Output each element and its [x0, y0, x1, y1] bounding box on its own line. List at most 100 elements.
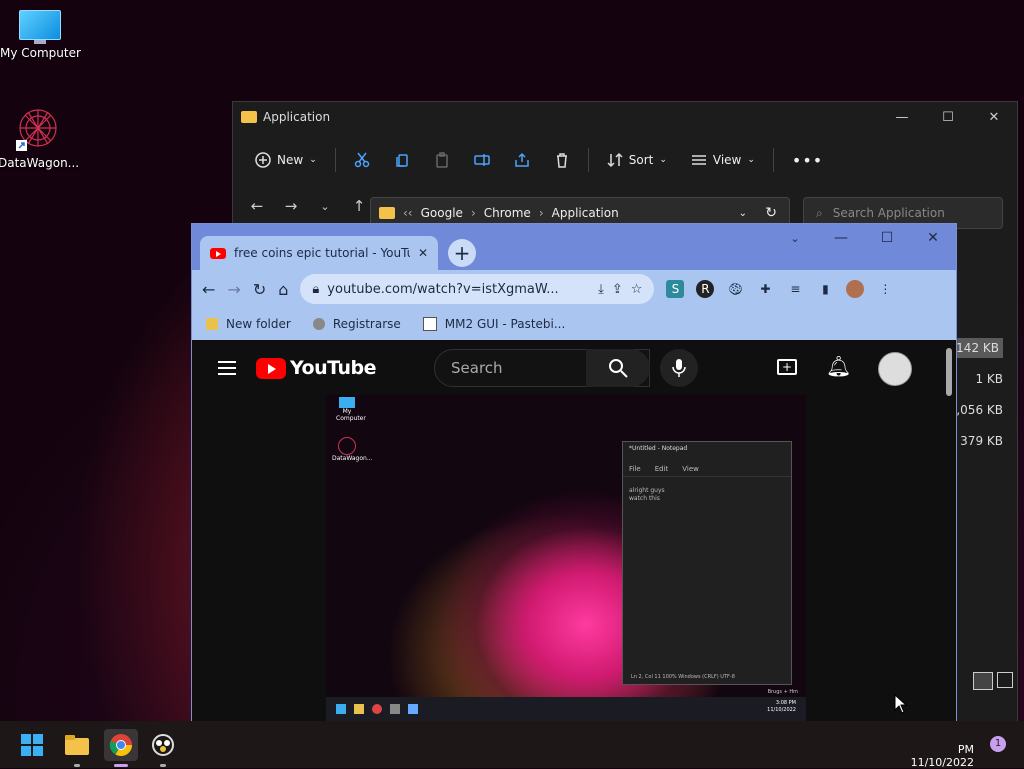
minimize-button[interactable]: —	[818, 224, 864, 252]
account-avatar[interactable]	[878, 352, 912, 386]
copy-button[interactable]	[384, 146, 420, 174]
close-tab-icon[interactable]: ✕	[418, 246, 428, 260]
bookmarks-bar: New folder Registrarse MM2 GUI - Pastebi…	[192, 308, 956, 340]
close-button[interactable]: ✕	[971, 102, 1017, 132]
clock-date: 11/10/2022	[910, 756, 974, 769]
video-taskbar-icons	[336, 704, 418, 714]
sort-button[interactable]: Sort ⌄	[597, 146, 677, 174]
bookmark-item[interactable]: MM2 GUI - Pastebi...	[422, 317, 565, 331]
details-view-button[interactable]	[973, 672, 993, 690]
list-view-icon	[691, 155, 706, 165]
video-caption: Brugs + Hm	[767, 689, 798, 695]
windows-logo-icon	[21, 734, 43, 756]
share-icon[interactable]: ⇪	[612, 282, 623, 297]
new-tab-button[interactable]: +	[448, 239, 476, 267]
cut-button[interactable]	[344, 146, 380, 174]
menu-kebab-icon[interactable]: ⋮	[876, 280, 894, 298]
file-size: 379 KB	[960, 434, 1003, 448]
desktop-icon-my-computer[interactable]: My Computer	[0, 10, 81, 60]
side-panel-icon[interactable]: ▮	[816, 280, 834, 298]
trash-icon	[556, 153, 567, 168]
globe-icon	[312, 318, 325, 330]
browser-toolbar: ← → ↻ ⌂ 🔒︎ youtube.com/watch?v=istXgmaW.…	[192, 270, 956, 308]
profile-avatar[interactable]	[846, 280, 865, 298]
plus-circle-icon	[255, 152, 271, 168]
voice-search-button[interactable]	[660, 349, 698, 387]
more-options-button[interactable]: •••	[782, 145, 833, 176]
tab-title: free coins epic tutorial - YouTube	[234, 246, 410, 260]
address-dropdown-icon[interactable]: ⌄	[739, 208, 747, 219]
desktop-icon-datawagon[interactable]: DataWagon...	[0, 106, 79, 170]
rename-button[interactable]	[464, 146, 500, 174]
youtube-search-button[interactable]	[586, 349, 650, 387]
command-bar: New ⌄ Sort ⌄ View ⌄ •••	[233, 132, 1017, 188]
bookmark-item[interactable]: New folder	[206, 317, 291, 331]
new-button[interactable]: New ⌄	[245, 146, 327, 174]
folder-icon	[379, 207, 395, 219]
install-icon[interactable]: ⤓	[598, 282, 604, 297]
browser-tab[interactable]: free coins epic tutorial - YouTube ✕	[200, 236, 438, 270]
datawagon-taskbar-icon[interactable]	[146, 729, 180, 767]
video-desktop-icon: DataWagon...	[332, 437, 373, 462]
video-clock: 3:08 PM	[775, 700, 796, 706]
window-title: Application	[263, 110, 331, 124]
notification-badge[interactable]: 1	[990, 736, 1006, 752]
youtube-logo[interactable]: YouTube	[256, 357, 376, 379]
notepad-title: *Untitled - Notepad	[629, 445, 688, 452]
notifications-bell-icon[interactable]: 🔔︎	[826, 354, 851, 378]
share-button[interactable]	[504, 146, 540, 174]
rename-icon	[473, 154, 490, 166]
clock-time: PM	[957, 743, 974, 756]
extension-s-icon[interactable]: S	[666, 280, 685, 298]
home-icon[interactable]: ⌂	[278, 280, 288, 299]
pastebin-icon	[422, 317, 437, 331]
extensions-puzzle-icon[interactable]: ✚	[756, 280, 774, 298]
up-arrow-icon[interactable]: ↑	[345, 197, 373, 215]
maximize-button[interactable]: ☐	[864, 224, 910, 252]
copy-icon	[395, 154, 408, 167]
start-button[interactable]	[15, 729, 49, 761]
breadcrumb-item[interactable]: Chrome	[484, 206, 531, 220]
desktop-icon-label: My Computer	[0, 46, 81, 60]
tab-search-icon[interactable]: ⌄	[772, 224, 818, 252]
breadcrumb-item[interactable]: Google	[421, 206, 463, 220]
forward-arrow-icon[interactable]: →	[277, 197, 305, 215]
system-clock[interactable]: PM 11/10/2022	[911, 743, 974, 769]
cookie-extension-icon[interactable]: 🍪︎	[726, 280, 744, 298]
close-button[interactable]: ✕	[910, 224, 956, 252]
datawagon-shortcut-icon	[14, 106, 62, 154]
chrome-taskbar-icon[interactable]	[104, 729, 138, 767]
address-bar[interactable]: 🔒︎ youtube.com/watch?v=istXgmaW... ⤓ ⇪ ☆	[300, 274, 655, 304]
youtube-header: YouTube Search + 🔔︎	[192, 340, 956, 396]
reload-icon[interactable]: ↻	[253, 280, 266, 299]
chrome-window: free coins epic tutorial - YouTube ✕ + ⌄…	[191, 223, 957, 747]
bookmark-star-icon[interactable]: ☆	[631, 282, 643, 297]
video-taskbar: 3:08 PM 11/10/2022	[326, 697, 806, 723]
refresh-icon[interactable]: ↻	[765, 205, 777, 221]
breadcrumb-item[interactable]: Application	[552, 206, 619, 220]
media-control-icon[interactable]: ≡	[786, 280, 804, 298]
paste-button[interactable]	[424, 146, 460, 174]
notepad-status: Ln 2, Col 11 100% Windows (CRLF) UTF-8	[631, 674, 735, 680]
back-arrow-icon[interactable]: ←	[243, 197, 271, 215]
minimize-button[interactable]: —	[879, 102, 925, 132]
back-arrow-icon[interactable]: ←	[202, 280, 215, 299]
extension-r-icon[interactable]: R	[696, 280, 715, 298]
video-player[interactable]: My Computer DataWagon... *Untitled - Not…	[326, 395, 806, 723]
bookmark-item[interactable]: Registrarse	[312, 317, 401, 331]
microphone-icon	[672, 359, 686, 377]
delete-button[interactable]	[544, 146, 580, 174]
page-scrollbar[interactable]	[946, 348, 952, 396]
tiles-view-button[interactable]	[997, 672, 1013, 688]
hamburger-menu-icon[interactable]	[218, 357, 236, 379]
share-icon	[514, 152, 529, 167]
folder-icon	[241, 111, 257, 123]
maximize-button[interactable]: ☐	[925, 102, 971, 132]
folder-icon	[206, 318, 218, 330]
file-explorer-taskbar-icon[interactable]	[60, 729, 94, 767]
chrome-icon	[109, 734, 132, 756]
forward-arrow-icon[interactable]: →	[227, 280, 240, 299]
recent-chevron-icon[interactable]: ⌄	[311, 200, 339, 213]
create-video-icon[interactable]: +	[777, 359, 797, 375]
view-button[interactable]: View ⌄	[681, 146, 765, 174]
